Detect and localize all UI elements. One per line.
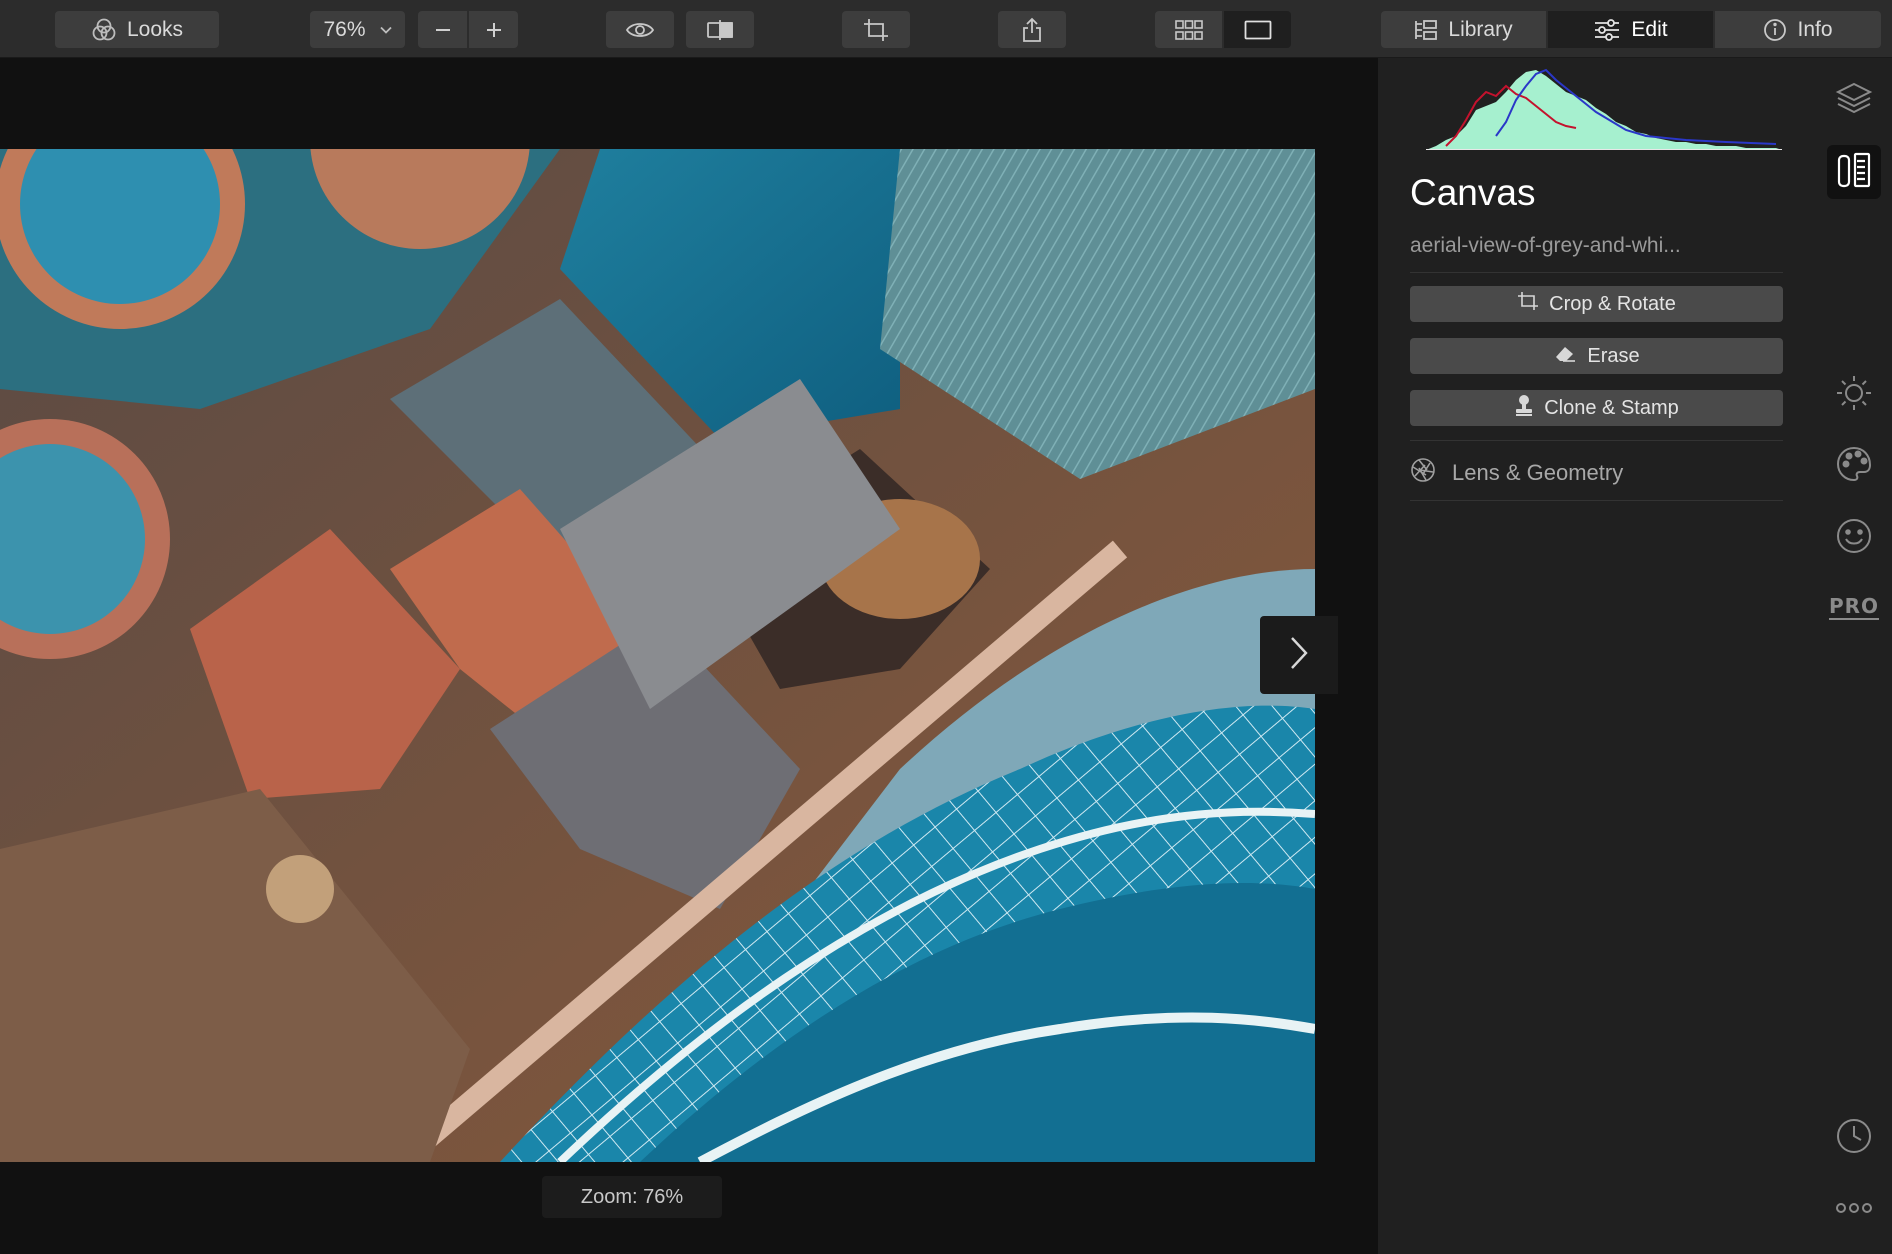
edited-photo[interactable]	[0, 149, 1315, 1162]
looks-button[interactable]: Looks	[55, 11, 219, 48]
zoom-out-button[interactable]	[418, 11, 467, 48]
tab-library[interactable]: Library	[1381, 11, 1546, 48]
history-button[interactable]	[1827, 1111, 1881, 1165]
info-icon	[1763, 18, 1787, 42]
sun-icon	[1834, 373, 1874, 418]
eye-icon	[625, 20, 655, 40]
histogram-luminance	[1426, 70, 1782, 150]
tool-sidebar: PRO	[1815, 58, 1892, 1254]
tab-label: Info	[1797, 17, 1833, 41]
tab-label: Edit	[1631, 17, 1668, 41]
tool-label: Crop & Rotate	[1549, 292, 1676, 315]
divider	[1410, 500, 1783, 501]
pro-icon: PRO	[1828, 594, 1880, 620]
zoom-dropdown[interactable]: 76%	[310, 11, 405, 48]
compare-button[interactable]	[686, 11, 754, 48]
view-mode-switch	[1155, 11, 1291, 48]
crop-rotate-button[interactable]: Crop & Rotate	[1410, 286, 1783, 322]
mode-tabs: Library Edit Info	[1381, 11, 1881, 48]
next-image-button[interactable]	[1260, 616, 1338, 694]
share-button[interactable]	[998, 11, 1066, 48]
looks-icon	[91, 17, 117, 43]
plus-icon	[485, 21, 503, 39]
edit-panel: Canvas aerial-view-of-grey-and-whi... Cr…	[1378, 58, 1815, 1254]
tab-info[interactable]: Info	[1715, 11, 1881, 48]
lens-geometry-label: Lens & Geometry	[1452, 460, 1624, 485]
preview-toggle-button[interactable]	[606, 11, 674, 48]
pro-tools-button[interactable]: PRO	[1827, 581, 1881, 635]
canvas-area: Zoom: 76%	[0, 58, 1378, 1254]
grid-view-button[interactable]	[1155, 11, 1222, 48]
light-adjust-button[interactable]	[1827, 368, 1881, 422]
crop-icon	[863, 18, 889, 42]
crop-tool-button[interactable]	[842, 11, 910, 48]
chevron-right-icon	[1289, 635, 1309, 676]
grid-icon	[1174, 19, 1203, 40]
crop-icon	[1517, 291, 1539, 317]
canvas-tools-button[interactable]	[1827, 145, 1881, 199]
share-icon	[1021, 17, 1043, 43]
file-name: aerial-view-of-grey-and-whi...	[1410, 234, 1681, 257]
erase-button[interactable]: Erase	[1410, 338, 1783, 374]
layers-button[interactable]	[1827, 73, 1881, 127]
zoom-indicator: Zoom: 76%	[542, 1176, 722, 1218]
tool-label: Erase	[1587, 344, 1640, 367]
divider	[1410, 272, 1783, 273]
single-view-button[interactable]	[1224, 11, 1291, 48]
tool-label: Clone & Stamp	[1544, 396, 1679, 419]
palette-icon	[1834, 444, 1874, 489]
sliders-icon	[1593, 18, 1621, 42]
single-image-icon	[1244, 20, 1272, 40]
looks-label: Looks	[126, 17, 184, 41]
eraser-icon	[1553, 343, 1577, 369]
zoom-controls	[418, 11, 518, 48]
more-button[interactable]	[1827, 1183, 1881, 1237]
face-icon	[1834, 516, 1874, 561]
stamp-icon	[1514, 394, 1534, 422]
minus-icon	[434, 21, 452, 39]
chevron-down-icon	[379, 26, 392, 34]
compare-icon	[705, 19, 735, 41]
top-toolbar: Looks 76% Library Edit Info	[0, 0, 1892, 58]
library-icon	[1414, 19, 1438, 41]
more-icon	[1835, 1201, 1873, 1219]
tab-label: Library	[1448, 17, 1513, 41]
canvas-tools-icon	[1835, 150, 1873, 195]
clone-stamp-button[interactable]: Clone & Stamp	[1410, 390, 1783, 426]
histogram	[1426, 68, 1782, 150]
history-icon	[1835, 1117, 1873, 1160]
tab-edit[interactable]: Edit	[1548, 11, 1713, 48]
color-adjust-button[interactable]	[1827, 439, 1881, 493]
zoom-value: 76%	[323, 17, 366, 41]
layers-icon	[1835, 79, 1873, 122]
portrait-button[interactable]	[1827, 511, 1881, 565]
lens-geometry-section[interactable]: Lens & Geometry	[1410, 448, 1783, 498]
aperture-icon	[1410, 457, 1436, 489]
panel-title: Canvas	[1410, 172, 1536, 213]
zoom-in-button[interactable]	[469, 11, 518, 48]
divider	[1410, 440, 1783, 441]
